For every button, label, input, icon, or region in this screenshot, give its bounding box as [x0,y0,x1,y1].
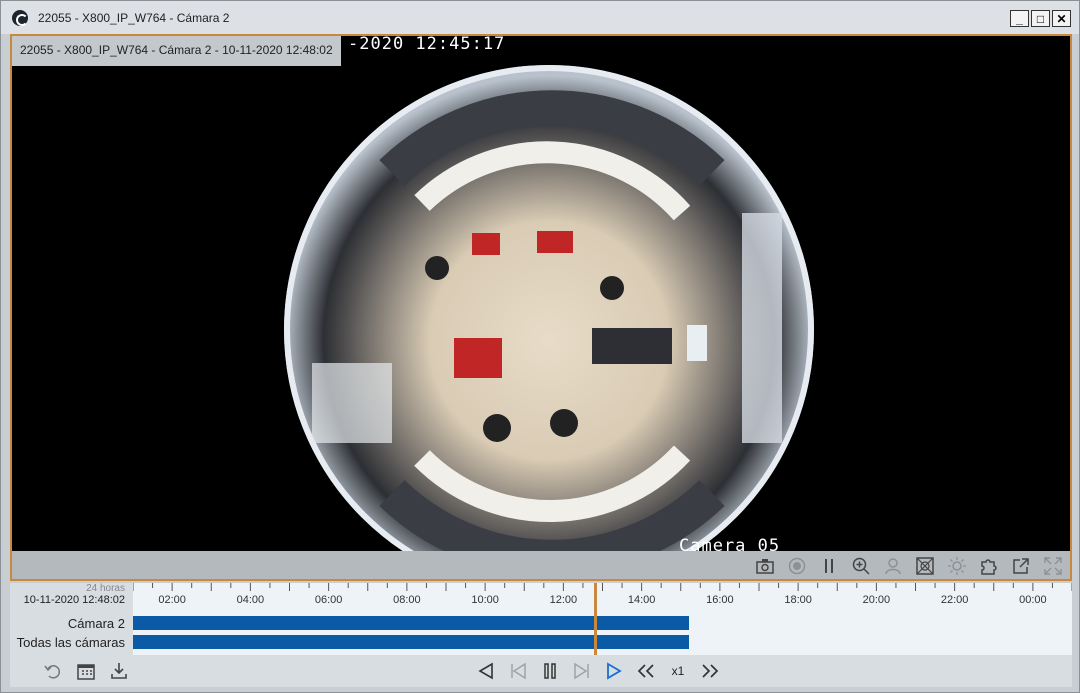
user-icon[interactable] [882,555,904,577]
recording-bar-all-cameras[interactable] [133,635,689,649]
record-icon[interactable] [786,555,808,577]
undo-icon[interactable] [43,661,63,681]
puzzle-icon[interactable] [978,555,1000,577]
step-forward-icon[interactable] [572,659,592,683]
recording-bar-camera[interactable] [133,616,689,630]
current-datetime: 10-11-2020 12:48:02 [23,594,125,606]
pause-icon[interactable] [818,555,840,577]
osd-camera-name: Camera 05 [679,536,781,551]
playback-speed[interactable]: x1 [668,664,688,678]
window-title: 22055 - X800_IP_W764 - Cámara 2 [38,10,230,25]
timeline-sidebar: 24 horas 10-11-2020 12:48:02 Cámara 2 To… [10,583,133,687]
tick-label: 14:00 [627,594,656,606]
tick-label: 16:00 [706,594,734,606]
timeline-ruler[interactable] [133,583,1072,613]
tick-label: 02:00 [158,594,186,606]
app-window: 22055 - X800_IP_W764 - Cámara 2 _ □ ✕ 22… [0,0,1080,693]
tick-label: 08:00 [393,594,421,606]
row-label-camera: Cámara 2 [67,616,125,631]
close-button[interactable]: ✕ [1052,10,1071,27]
play-icon[interactable] [604,659,624,683]
app-logo-icon [12,9,28,26]
fast-forward-icon[interactable] [700,659,720,683]
window-controls: _ □ ✕ [1010,10,1071,27]
osd-timestamp: -2020 12:45:17 [348,34,506,54]
row-label-all-cameras: Todas las cámaras [16,635,125,650]
timeline-playhead[interactable] [593,583,597,655]
minimize-button[interactable]: _ [1010,10,1029,27]
camera-info-label: 22055 - X800_IP_W764 - Cámara 2 - 10-11-… [12,36,341,66]
tick-label: 00:00 [1019,594,1047,606]
tick-label: 12:00 [549,594,578,606]
tick-label: 22:00 [940,594,969,606]
download-icon[interactable] [109,661,129,681]
fullscreen-icon[interactable] [1042,555,1064,577]
playback-controls: x1 [133,655,1072,687]
video-viewport[interactable]: 22055 - X800_IP_W764 - Cámara 2 - 10-11-… [10,34,1072,551]
calendar-icon[interactable] [76,661,96,681]
range-label: 24 horas [86,583,125,594]
maximize-button[interactable]: □ [1031,10,1050,27]
fisheye-camera-image [284,65,814,551]
tick-label: 18:00 [784,594,812,606]
timeline-panel: 24 horas 10-11-2020 12:48:02 Cámara 2 To… [10,583,1072,687]
step-back-icon[interactable] [508,659,528,683]
rewind-icon[interactable] [636,659,656,683]
pause-icon[interactable] [540,659,560,683]
video-toolbar [10,551,1072,581]
tick-label: 10:00 [471,594,499,606]
zoom-in-icon[interactable] [850,555,872,577]
fisheye-icon[interactable] [914,555,936,577]
tick-label: 06:00 [314,594,343,606]
title-bar[interactable]: 22055 - X800_IP_W764 - Cámara 2 _ □ ✕ [1,1,1079,34]
camera-icon[interactable] [754,555,776,577]
tick-label: 04:00 [236,594,265,606]
tick-label: 20:00 [862,594,891,606]
external-window-icon[interactable] [1010,555,1032,577]
play-reverse-icon[interactable] [476,659,496,683]
brightness-icon[interactable] [946,555,968,577]
